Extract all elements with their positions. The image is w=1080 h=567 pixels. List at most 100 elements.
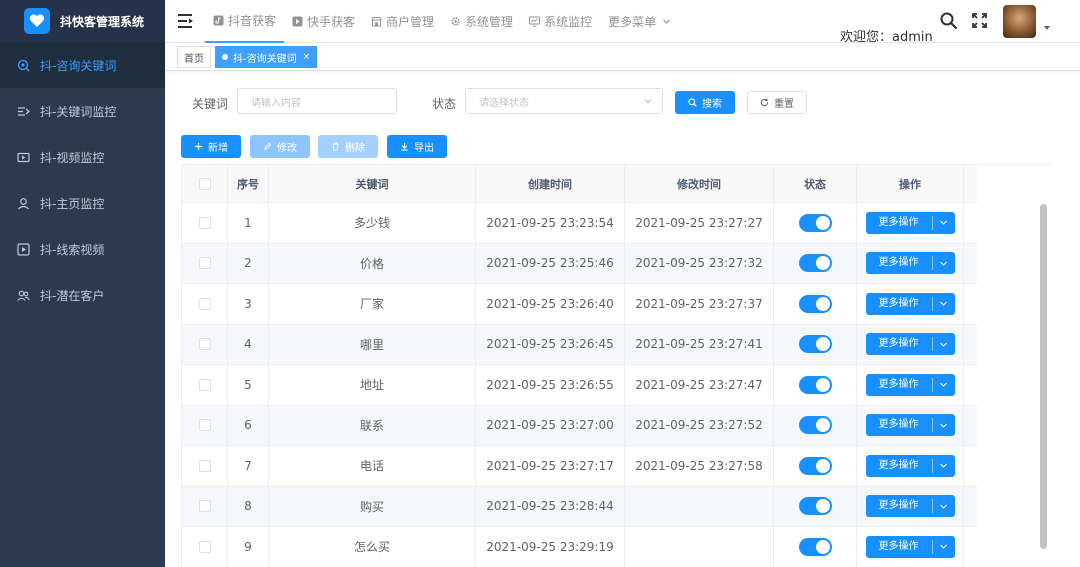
sidebar-item-5[interactable]: 抖-线索视频 bbox=[0, 226, 165, 272]
topnav-item-4[interactable]: 系统管理 bbox=[442, 0, 521, 43]
cell-keyword: 联系 bbox=[269, 405, 476, 445]
caret-down-icon[interactable] bbox=[1044, 26, 1050, 30]
table-row[interactable]: 5 地址 2021-09-25 23:26:55 2021-09-25 23:27:4… bbox=[182, 365, 977, 406]
row-checkbox[interactable] bbox=[198, 257, 211, 270]
status-toggle[interactable] bbox=[798, 213, 832, 232]
table-row[interactable]: 3 厂家 2021-09-25 23:26:40 2021-09-25 23:27:3… bbox=[182, 284, 977, 325]
row-checkbox[interactable] bbox=[198, 540, 211, 553]
table-row[interactable]: 4 哪里 2021-09-25 23:26:45 2021-09-25 23:27:4… bbox=[182, 324, 977, 365]
row-checkbox[interactable] bbox=[198, 419, 211, 432]
edit-button-label: 修改 bbox=[277, 143, 297, 154]
status-toggle[interactable] bbox=[798, 537, 832, 556]
row-checkbox[interactable] bbox=[198, 500, 211, 513]
chevron-down-icon[interactable] bbox=[933, 340, 955, 349]
more-actions-button[interactable]: 更多操作 bbox=[865, 454, 955, 477]
row-checkbox[interactable] bbox=[198, 338, 211, 351]
col-created: 创建时间 bbox=[476, 165, 625, 203]
select-cell bbox=[182, 284, 228, 324]
cell-created: 2021-09-25 23:26:40 bbox=[476, 284, 625, 324]
add-button[interactable]: 新增 bbox=[181, 135, 241, 158]
sidebar-item-3[interactable]: 抖-视频监控 bbox=[0, 134, 165, 180]
more-actions-button[interactable]: 更多操作 bbox=[865, 333, 955, 356]
chevron-down-icon[interactable] bbox=[933, 421, 955, 430]
cell-keyword: 怎么买 bbox=[269, 527, 476, 567]
topnav-item-5[interactable]: 系统监控 bbox=[521, 0, 600, 43]
col-modified: 修改时间 bbox=[625, 165, 774, 203]
more-actions-button[interactable]: 更多操作 bbox=[865, 414, 955, 437]
top-nav: 抖音获客 快手获客 商户管理 系统管理 系统监控 更多菜单 bbox=[205, 0, 679, 43]
cell-status bbox=[774, 486, 857, 526]
select-cell bbox=[182, 203, 228, 243]
avatar[interactable] bbox=[1003, 5, 1036, 38]
status-select[interactable]: 请选择状态 bbox=[465, 88, 663, 114]
status-toggle[interactable] bbox=[798, 416, 832, 435]
tag-home[interactable]: 首页 bbox=[177, 46, 211, 68]
col-status: 状态 bbox=[774, 165, 857, 203]
status-toggle[interactable] bbox=[798, 375, 832, 394]
cell-created: 2021-09-25 23:27:17 bbox=[476, 446, 625, 486]
table-row[interactable]: 8 购买 2021-09-25 23:28:44 更多操作 bbox=[182, 486, 977, 527]
close-icon[interactable]: × bbox=[303, 52, 311, 62]
chevron-down-icon[interactable] bbox=[933, 299, 955, 308]
table-body: 1 多少钱 2021-09-25 23:23:54 2021-09-25 23:27:… bbox=[182, 203, 977, 567]
edit-button[interactable]: 修改 bbox=[250, 135, 310, 158]
topnav-item-3[interactable]: 商户管理 bbox=[363, 0, 442, 43]
chevron-down-icon[interactable] bbox=[933, 380, 955, 389]
chevron-down-icon bbox=[662, 17, 671, 26]
data-table: 序号 关键词 创建时间 修改时间 状态 操作 1 多少钱 2021-09-25 23… bbox=[181, 164, 1051, 567]
more-actions-button[interactable]: 更多操作 bbox=[865, 535, 955, 558]
cell-status bbox=[774, 284, 857, 324]
status-toggle[interactable] bbox=[798, 497, 832, 516]
heart-logo-icon bbox=[24, 8, 50, 34]
row-checkbox[interactable] bbox=[198, 459, 211, 472]
hamburger-icon[interactable] bbox=[178, 14, 194, 28]
topnav-item-6[interactable]: 更多菜单 bbox=[600, 0, 679, 43]
row-checkbox[interactable] bbox=[198, 297, 211, 310]
cell-modified: 2021-09-25 23:27:27 bbox=[625, 203, 774, 243]
table-row[interactable]: 9 怎么买 2021-09-25 23:29:19 更多操作 bbox=[182, 527, 977, 567]
brand[interactable]: 抖快客管理系统 bbox=[0, 0, 165, 42]
table-row[interactable]: 1 多少钱 2021-09-25 23:23:54 2021-09-25 23:27:… bbox=[182, 203, 977, 244]
table-scrollbar[interactable] bbox=[1040, 204, 1047, 549]
status-toggle[interactable] bbox=[798, 456, 832, 475]
search-icon[interactable] bbox=[940, 12, 958, 30]
sidebar-item-6[interactable]: 抖-潜在客户 bbox=[0, 272, 165, 318]
brand-title: 抖快客管理系统 bbox=[60, 14, 145, 29]
more-actions-button[interactable]: 更多操作 bbox=[865, 292, 955, 315]
chevron-down-icon[interactable] bbox=[933, 502, 955, 511]
sidebar-item-label: 抖-关键词监控 bbox=[40, 104, 117, 119]
tag-current[interactable]: 抖-咨询关键词 × bbox=[215, 46, 318, 68]
delete-button[interactable]: 删除 bbox=[318, 135, 378, 158]
status-toggle[interactable] bbox=[798, 294, 832, 313]
active-dot-icon bbox=[222, 54, 228, 60]
topnav-item-2[interactable]: 快手获客 bbox=[284, 0, 363, 43]
search-button[interactable]: 搜索 bbox=[675, 91, 735, 114]
select-all-checkbox[interactable] bbox=[198, 178, 211, 190]
more-actions-button[interactable]: 更多操作 bbox=[865, 252, 955, 275]
more-actions-button[interactable]: 更多操作 bbox=[865, 373, 955, 396]
chevron-down-icon[interactable] bbox=[933, 542, 955, 551]
more-actions-button[interactable]: 更多操作 bbox=[865, 495, 955, 518]
reset-button[interactable]: 重置 bbox=[747, 91, 807, 114]
keyword-input[interactable]: 请输入内容 bbox=[237, 88, 397, 114]
row-checkbox[interactable] bbox=[198, 378, 211, 391]
status-toggle[interactable] bbox=[798, 254, 832, 273]
chevron-down-icon[interactable] bbox=[933, 259, 955, 268]
select-all-cell bbox=[182, 165, 228, 203]
table-row[interactable]: 6 联系 2021-09-25 23:27:00 2021-09-25 23:27:5… bbox=[182, 405, 977, 446]
topnav-item-1[interactable]: 抖音获客 bbox=[205, 0, 285, 43]
export-button[interactable]: 导出 bbox=[387, 135, 447, 158]
table-row[interactable]: 7 电话 2021-09-25 23:27:17 2021-09-25 23:27:5… bbox=[182, 446, 977, 487]
table-row[interactable]: 2 价格 2021-09-25 23:25:46 2021-09-25 23:27:3… bbox=[182, 243, 977, 284]
table-header: 序号 关键词 创建时间 修改时间 状态 操作 bbox=[182, 165, 977, 203]
fullscreen-icon[interactable] bbox=[972, 13, 987, 28]
row-checkbox[interactable] bbox=[198, 216, 211, 229]
status-toggle[interactable] bbox=[798, 335, 832, 354]
chevron-down-icon[interactable] bbox=[933, 461, 955, 470]
sidebar-item-4[interactable]: 抖-主页监控 bbox=[0, 180, 165, 226]
more-actions-button[interactable]: 更多操作 bbox=[865, 211, 955, 234]
chevron-down-icon[interactable] bbox=[933, 218, 955, 227]
cell-keyword: 哪里 bbox=[269, 324, 476, 364]
sidebar-item-2[interactable]: 抖-关键词监控 bbox=[0, 88, 165, 134]
sidebar-item-1[interactable]: 抖-咨询关键词 bbox=[0, 42, 165, 88]
